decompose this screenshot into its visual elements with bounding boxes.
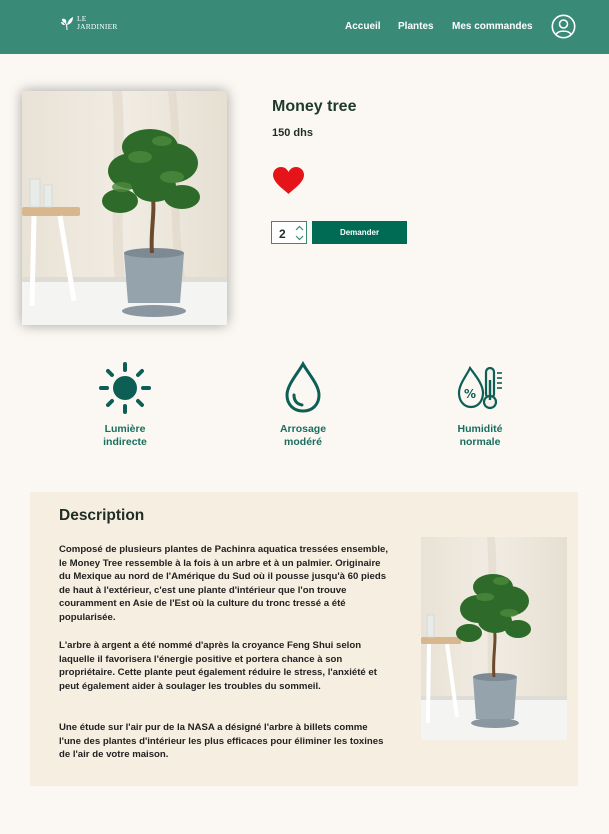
description-paragraph-1: Composé de plusieurs plantes de Pachinra… — [59, 544, 388, 623]
description-title: Description — [59, 507, 145, 524]
stepper-arrows-icon[interactable] — [294, 224, 305, 242]
logo-text-line2: JARDINIER — [77, 22, 118, 31]
humidity-thermometer-icon: % — [457, 366, 502, 410]
order-button[interactable]: Demander — [312, 221, 407, 244]
feature-humidity-label: Humidité normale — [457, 423, 503, 448]
quantity-value: 2 — [279, 227, 286, 241]
svg-text:%: % — [464, 387, 476, 401]
user-circle-icon[interactable] — [551, 14, 576, 39]
top-nav-bar: LE JARDINIER Accueil Plantes Mes command… — [0, 0, 609, 54]
feature-watering-label: Arrosage modéré — [279, 423, 327, 448]
quantity-stepper[interactable]: 2 — [271, 221, 307, 244]
nav-mes-commandes[interactable]: Mes commandes — [452, 21, 533, 32]
sun-icon — [99, 362, 151, 414]
nav-plantes[interactable]: Plantes — [398, 21, 434, 32]
leaf-logo-icon — [61, 17, 73, 31]
water-drop-icon — [285, 361, 321, 413]
logo[interactable]: LE JARDINIER — [60, 15, 118, 31]
product-title: Money tree — [272, 98, 357, 115]
heart-icon[interactable] — [272, 166, 305, 195]
description-image — [421, 537, 567, 740]
description-paragraph-3: Une étude sur l'air pur de la NASA a dés… — [59, 722, 384, 761]
nav-accueil[interactable]: Accueil — [345, 21, 381, 32]
product-price: 150 dhs — [272, 127, 313, 139]
product-image — [22, 91, 227, 325]
feature-light-label: Lumière indirecte — [103, 423, 147, 448]
description-paragraph-2: L'arbre à argent a été nommé d'après la … — [59, 640, 377, 692]
